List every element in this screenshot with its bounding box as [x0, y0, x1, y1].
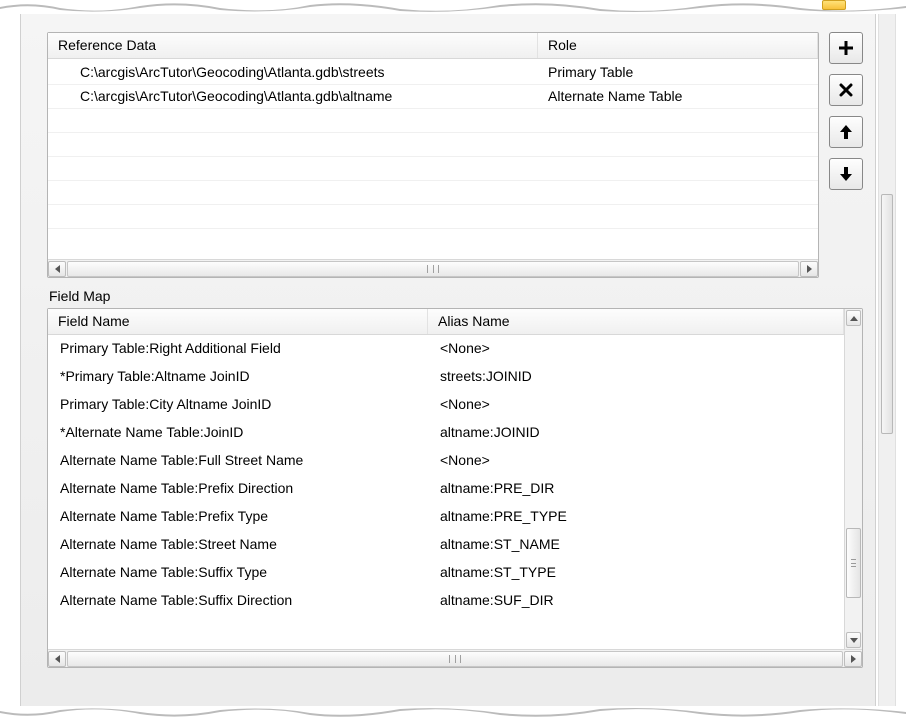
field-name: Alternate Name Table:Prefix Type [48, 503, 428, 531]
refdata-role: Alternate Name Table [538, 85, 818, 108]
reference-data-rows: C:\arcgis\ArcTutor\Geocoding\Atlanta.gdb… [48, 59, 818, 229]
table-row[interactable]: C:\arcgis\ArcTutor\Geocoding\Atlanta.gdb… [48, 85, 818, 109]
scroll-down-button[interactable] [846, 632, 861, 648]
scroll-right-button[interactable] [800, 261, 818, 277]
field-map-horizontal-scrollbar[interactable] [48, 649, 862, 667]
field-name: Alternate Name Table:Street Name [48, 531, 428, 559]
refdata-path: C:\arcgis\ArcTutor\Geocoding\Atlanta.gdb… [48, 85, 538, 108]
field-name: Alternate Name Table:Full Street Name [48, 447, 428, 475]
alias-name: <None> [428, 391, 844, 419]
torn-edge-bottom [0, 706, 906, 720]
table-row[interactable]: Primary Table:City Altname JoinID<None> [48, 391, 844, 419]
scroll-track[interactable] [67, 261, 799, 277]
scroll-up-button[interactable] [846, 310, 861, 326]
torn-edge-top [0, 0, 906, 14]
remove-button[interactable] [829, 74, 863, 106]
field-name: Alternate Name Table:Prefix Direction [48, 475, 428, 503]
panel-vertical-scrollbar[interactable] [878, 14, 896, 706]
table-row[interactable]: Alternate Name Table:Full Street Name<No… [48, 447, 844, 475]
refdata-role: Primary Table [538, 61, 818, 84]
scroll-right-button[interactable] [844, 651, 862, 667]
field-map-rows: Primary Table:Right Additional Field<Non… [48, 335, 844, 649]
alias-name: altname:PRE_DIR [428, 475, 844, 503]
scroll-left-button[interactable] [48, 261, 66, 277]
move-down-button[interactable] [829, 158, 863, 190]
alias-name: altname:PRE_TYPE [428, 503, 844, 531]
field-map-vertical-scrollbar[interactable] [844, 309, 862, 649]
field-name: *Alternate Name Table:JoinID [48, 419, 428, 447]
alias-name: altname:SUF_DIR [428, 587, 844, 615]
column-header-field-name[interactable]: Field Name [48, 309, 428, 334]
field-map-table[interactable]: Field Name Alias Name Primary Table:Righ… [47, 308, 863, 668]
field-name: *Primary Table:Altname JoinID [48, 363, 428, 391]
move-up-button[interactable] [829, 116, 863, 148]
table-row[interactable]: C:\arcgis\ArcTutor\Geocoding\Atlanta.gdb… [48, 61, 818, 85]
table-row[interactable]: Alternate Name Table:Prefix Directionalt… [48, 475, 844, 503]
column-header-role[interactable]: Role [538, 33, 818, 58]
table-row[interactable]: Alternate Name Table:Prefix Typealtname:… [48, 503, 844, 531]
partial-icon [822, 0, 846, 10]
column-header-alias-name[interactable]: Alias Name [428, 309, 844, 334]
scroll-left-button[interactable] [48, 651, 66, 667]
table-row[interactable]: Alternate Name Table:Suffix Typealtname:… [48, 559, 844, 587]
alias-name: altname:ST_TYPE [428, 559, 844, 587]
plus-icon [838, 40, 854, 56]
field-name: Alternate Name Table:Suffix Type [48, 559, 428, 587]
refdata-path: C:\arcgis\ArcTutor\Geocoding\Atlanta.gdb… [48, 61, 538, 84]
table-row[interactable]: *Alternate Name Table:JoinIDaltname:JOIN… [48, 419, 844, 447]
reference-data-horizontal-scrollbar[interactable] [48, 259, 818, 277]
x-icon [839, 83, 853, 97]
field-name: Alternate Name Table:Suffix Direction [48, 587, 428, 615]
table-row[interactable]: Alternate Name Table:Suffix Directionalt… [48, 587, 844, 615]
column-header-reference-data[interactable]: Reference Data [48, 33, 538, 58]
field-name: Primary Table:City Altname JoinID [48, 391, 428, 419]
add-button[interactable] [829, 32, 863, 64]
table-row[interactable]: Primary Table:Right Additional Field<Non… [48, 335, 844, 363]
arrow-up-icon [839, 124, 853, 140]
table-row[interactable]: Alternate Name Table:Street Namealtname:… [48, 531, 844, 559]
alias-name: altname:JOINID [428, 419, 844, 447]
arrow-down-icon [839, 166, 853, 182]
table-row[interactable]: *Primary Table:Altname JoinIDstreets:JOI… [48, 363, 844, 391]
alias-name: <None> [428, 447, 844, 475]
scroll-track[interactable] [67, 651, 843, 667]
field-name: Primary Table:Right Additional Field [48, 335, 428, 363]
alias-name: altname:ST_NAME [428, 531, 844, 559]
alias-name: streets:JOINID [428, 363, 844, 391]
field-map-label: Field Map [49, 288, 863, 304]
alias-name: <None> [428, 335, 844, 363]
reference-data-table[interactable]: Reference Data Role C:\arcgis\ArcTutor\G… [47, 32, 819, 278]
